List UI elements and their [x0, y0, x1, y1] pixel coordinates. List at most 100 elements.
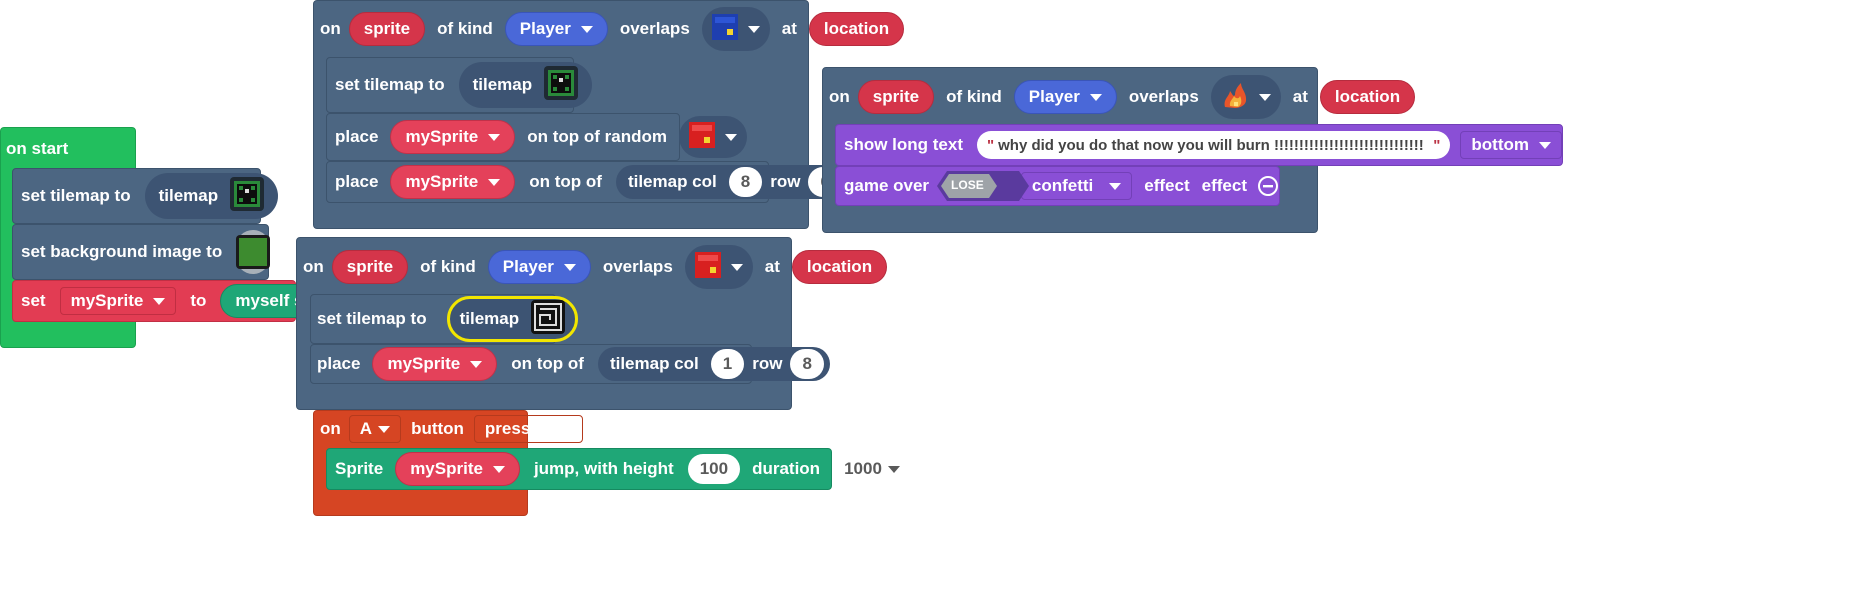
row-label: row: [752, 354, 783, 373]
duration-value: 1000: [844, 459, 882, 478]
show-long-text-statement[interactable]: show long text " why did you do that now…: [835, 124, 1563, 166]
sprite-parameter[interactable]: sprite: [857, 80, 935, 114]
overlap-header-2: on sprite of kind Player overlaps at loc…: [303, 244, 888, 290]
tile-dropdown[interactable]: [679, 116, 747, 158]
variable-dropdown[interactable]: mySprite: [372, 347, 498, 381]
set-tilemap-label: set tilemap to: [21, 186, 131, 205]
tilemap-thumbnail-icon[interactable]: [531, 299, 566, 339]
set-variable-statement[interactable]: set mySprite to myself sprite: [12, 280, 356, 322]
col-input[interactable]: 8: [728, 167, 763, 197]
tile-dropdown[interactable]: [701, 7, 770, 51]
height-value: 100: [699, 459, 729, 478]
location-parameter[interactable]: location: [1319, 80, 1416, 114]
tilemap-thumbnail-icon[interactable]: [544, 65, 579, 105]
duration-dropdown[interactable]: 1000: [832, 454, 912, 484]
col-input[interactable]: 1: [710, 349, 745, 379]
open-quote: ": [987, 136, 995, 154]
dropdown-caret-icon: [488, 178, 501, 186]
close-quote: ": [1433, 136, 1441, 154]
overlaps-label: overlaps: [1128, 87, 1199, 106]
sprite-text: sprite: [872, 87, 920, 106]
tilemap-text: tilemap: [459, 309, 520, 328]
variable-dropdown[interactable]: mySprite: [395, 452, 520, 486]
of-kind-label: of kind: [437, 19, 493, 38]
sprite-jump-statement[interactable]: Sprite mySprite jump, with height 100 du…: [326, 448, 944, 490]
variable-name: mySprite: [405, 127, 479, 146]
tilemap-col-reporter[interactable]: tilemap col 1 row 8: [597, 347, 830, 381]
text-position-dropdown[interactable]: bottom: [1460, 131, 1562, 159]
tilemap-value[interactable]: tilemap: [458, 62, 593, 108]
location-parameter[interactable]: location: [791, 250, 888, 284]
dropdown-caret-icon: [1258, 93, 1271, 101]
place-col-statement[interactable]: place mySprite on top of tilemap col 8 r…: [326, 161, 848, 203]
kind-dropdown[interactable]: Player: [504, 12, 608, 46]
tilemap-col-reporter[interactable]: tilemap col 8 row 6: [615, 165, 848, 199]
on-label: on: [320, 19, 341, 38]
minus-circle-icon[interactable]: [1257, 175, 1279, 197]
row-label: row: [770, 172, 801, 191]
fire-icon: [1221, 81, 1249, 114]
button-state: pressed: [484, 419, 551, 438]
tile-icon: [689, 121, 715, 153]
tilemap-text: tilemap: [158, 186, 219, 205]
sprite-parameter[interactable]: sprite: [331, 250, 409, 284]
effect-label-2: effect: [1201, 176, 1247, 195]
variable-name: mySprite: [387, 354, 461, 373]
kind-dropdown[interactable]: Player: [487, 250, 591, 284]
location-text: location: [1334, 87, 1401, 106]
place-label: place: [335, 127, 379, 146]
variable-dropdown[interactable]: mySprite: [390, 165, 516, 199]
button-event-header: on A button pressed: [320, 414, 584, 444]
on-label: on: [303, 257, 324, 276]
game-over-statement[interactable]: game over LOSE with confetti effect effe…: [835, 166, 1280, 206]
set-background-statement[interactable]: set background image to: [12, 224, 271, 280]
location-parameter[interactable]: location: [808, 12, 905, 46]
tilemap-thumbnail-icon[interactable]: [230, 176, 265, 216]
overlap-header-1: on sprite of kind Player overlaps at loc…: [320, 6, 905, 52]
background-thumbnail-icon[interactable]: [236, 230, 271, 274]
sprite-parameter[interactable]: sprite: [348, 12, 426, 46]
variable-dropdown[interactable]: mySprite: [390, 120, 516, 154]
place-random-statement[interactable]: place mySprite on top of random: [326, 113, 747, 161]
win-lose-toggle[interactable]: LOSE: [937, 171, 1030, 201]
dropdown-caret-icon: [887, 465, 900, 473]
sprite-label: Sprite: [335, 459, 384, 478]
set-tilemap-statement[interactable]: set tilemap to tilemap: [310, 294, 579, 344]
variable-dropdown[interactable]: mySprite: [59, 287, 177, 315]
effect-name: confetti: [1031, 176, 1094, 195]
tile-icon: [711, 13, 738, 45]
on-top-of-label: on top of: [511, 354, 584, 373]
tile-dropdown[interactable]: [1210, 75, 1281, 119]
dropdown-caret-icon: [1539, 141, 1551, 149]
long-text-input[interactable]: " why did you do that now you will burn …: [977, 131, 1451, 159]
button-state-dropdown[interactable]: pressed: [473, 415, 584, 443]
set-tilemap-statement[interactable]: set tilemap to tilemap: [326, 57, 593, 113]
tile-dropdown[interactable]: [684, 245, 753, 289]
variable-name: mySprite: [70, 291, 144, 310]
tilemap-value-selected[interactable]: tilemap: [446, 296, 579, 342]
button-label: button: [411, 419, 464, 438]
height-input[interactable]: 100: [687, 454, 741, 484]
at-label: at: [1292, 87, 1308, 106]
on-label: on: [320, 419, 341, 438]
tilemap-col-label: tilemap col: [609, 354, 699, 373]
at-label: at: [781, 19, 797, 38]
kind-text: Player: [1028, 87, 1080, 106]
row-input[interactable]: 8: [790, 349, 824, 379]
tilemap-value[interactable]: tilemap: [144, 173, 279, 219]
place-col-statement[interactable]: place mySprite on top of tilemap col 1 r…: [310, 344, 830, 384]
place-label: place: [317, 354, 361, 373]
game-over-label: game over: [844, 176, 930, 195]
kind-dropdown[interactable]: Player: [1013, 80, 1117, 114]
col-value: 1: [722, 354, 733, 373]
set-tilemap-statement[interactable]: set tilemap to tilemap: [12, 168, 279, 224]
overlap-header-3: on sprite of kind Player overlaps at loc…: [829, 74, 1416, 120]
set-label: set: [21, 291, 46, 310]
dropdown-caret-icon: [153, 297, 166, 305]
duration-label: duration: [752, 459, 821, 478]
dropdown-caret-icon: [488, 133, 501, 141]
button-dropdown[interactable]: A: [348, 415, 402, 443]
sprite-text: sprite: [346, 257, 394, 276]
kind-text: Player: [519, 19, 571, 38]
effect-dropdown[interactable]: confetti: [1020, 172, 1133, 200]
